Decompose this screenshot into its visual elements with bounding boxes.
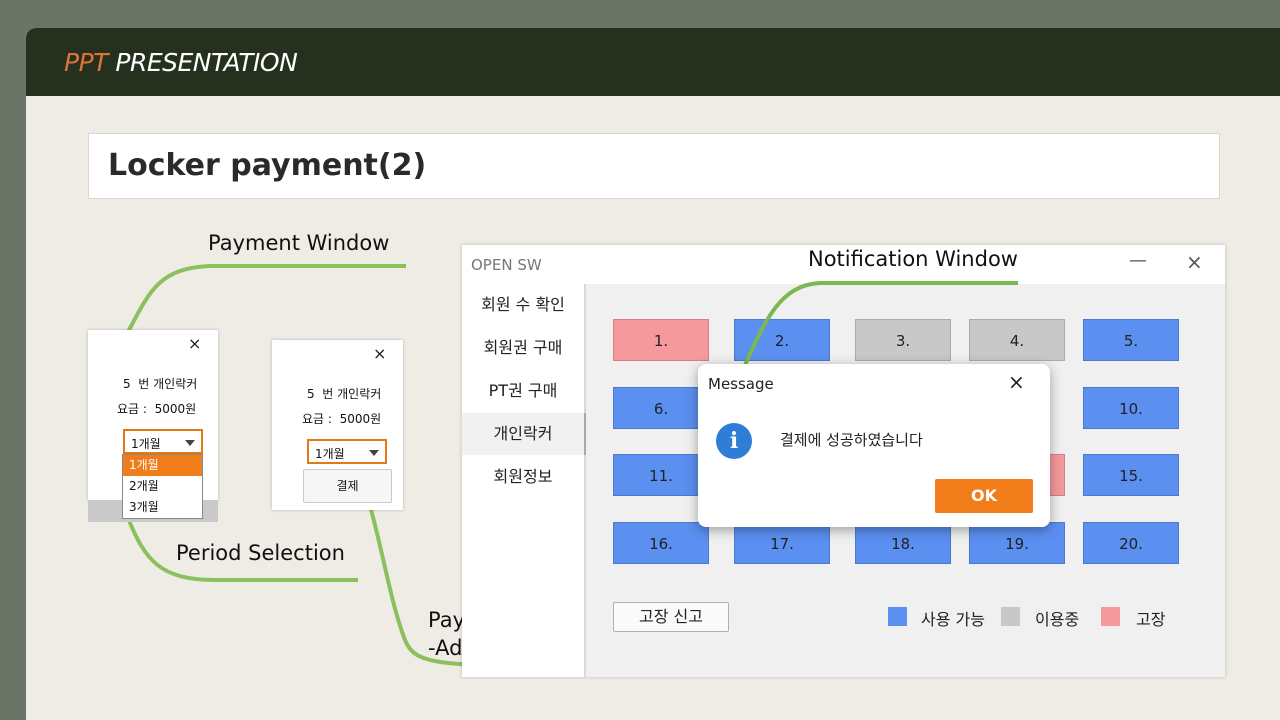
period-option[interactable]: 3개월 — [123, 497, 202, 518]
fee-value: 5000원 — [154, 402, 197, 416]
minimize-icon[interactable]: — — [1129, 250, 1147, 271]
locker-button[interactable]: 17. — [734, 522, 830, 564]
legend-label-in-use: 이용중 — [1035, 610, 1080, 629]
legend-label-broken: 고장 — [1136, 610, 1166, 629]
locker-label: 5 번 개인락커 — [123, 375, 197, 392]
app-title: OPEN SW — [471, 256, 542, 274]
message-text: 결제에 성공하였습니다 — [780, 431, 923, 449]
period-option[interactable]: 2개월 — [123, 476, 202, 497]
fee-label-text: 요금 : — [117, 402, 147, 416]
close-icon[interactable]: × — [1186, 250, 1203, 274]
locker-button[interactable]: 5. — [1083, 319, 1179, 361]
period-select-value: 1개월 — [131, 437, 161, 451]
locker-text: 번 개인락커 — [138, 377, 198, 391]
locker-button[interactable]: 16. — [613, 522, 709, 564]
close-icon[interactable]: × — [188, 334, 201, 353]
sidebar-item-locker[interactable]: 개인락커 — [462, 413, 586, 455]
message-title: Message — [708, 375, 774, 393]
pay-button[interactable]: 결제 — [303, 469, 392, 503]
locker-number: 5 — [123, 377, 131, 391]
caption-payment-window: Payment Window — [208, 231, 390, 255]
legend-label-available: 사용 가능 — [921, 610, 985, 629]
caption-notification-window: Notification Window — [808, 247, 1018, 271]
chevron-down-icon — [185, 440, 195, 446]
legend-swatch-broken — [1101, 607, 1120, 626]
locker-label: 5 번 개인락커 — [307, 385, 381, 402]
sidebar-item-membership[interactable]: 회원권 구매 — [462, 327, 584, 369]
locker-button[interactable]: 3. — [855, 319, 951, 361]
sidebar-item-member-count[interactable]: 회원 수 확인 — [462, 284, 584, 326]
locker-button[interactable]: 2. — [734, 319, 830, 361]
info-icon: i — [716, 423, 752, 459]
sidebar: 회원 수 확인 회원권 구매 PT권 구매 개인락커 회원정보 — [462, 284, 586, 677]
locker-number: 5 — [307, 387, 315, 401]
fee-label-text: 요금 : — [302, 412, 332, 426]
chevron-down-icon — [369, 450, 379, 456]
payment-dialog: × 5 번 개인락커 요금 : 5000원 1개월 결제 — [272, 340, 403, 510]
locker-button[interactable]: 19. — [969, 522, 1065, 564]
locker-button[interactable]: 20. — [1083, 522, 1179, 564]
payment-window-connector — [126, 264, 406, 333]
close-icon[interactable]: × — [1008, 370, 1025, 394]
sidebar-item-member-info[interactable]: 회원정보 — [462, 456, 584, 498]
report-broken-button[interactable]: 고장 신고 — [613, 602, 729, 632]
period-dropdown-list: 1개월 2개월 3개월 — [122, 454, 203, 519]
period-select[interactable]: 1개월 — [123, 429, 203, 454]
period-select[interactable]: 1개월 — [307, 439, 387, 464]
locker-button[interactable]: 4. — [969, 319, 1065, 361]
locker-button[interactable]: 1. — [613, 319, 709, 361]
fee-label: 요금 : 5000원 — [117, 400, 196, 417]
locker-button[interactable]: 15. — [1083, 454, 1179, 496]
locker-button[interactable]: 6. — [613, 387, 709, 429]
locker-button[interactable]: 10. — [1083, 387, 1179, 429]
locker-button[interactable]: 11. — [613, 454, 709, 496]
legend-swatch-in-use — [1001, 607, 1020, 626]
fee-value: 5000원 — [339, 412, 382, 426]
legend-swatch-available — [888, 607, 907, 626]
ok-button[interactable]: OK — [935, 479, 1033, 513]
fee-label: 요금 : 5000원 — [302, 410, 381, 427]
period-option[interactable]: 1개월 — [123, 455, 202, 476]
locker-text: 번 개인락커 — [322, 387, 382, 401]
locker-button[interactable]: 18. — [855, 522, 951, 564]
caption-period-selection: Period Selection — [176, 541, 345, 565]
period-select-value: 1개월 — [315, 447, 345, 461]
message-dialog: Message × i 결제에 성공하였습니다 OK — [698, 364, 1050, 527]
sidebar-item-pt[interactable]: PT권 구매 — [462, 370, 584, 412]
close-icon[interactable]: × — [373, 344, 386, 363]
